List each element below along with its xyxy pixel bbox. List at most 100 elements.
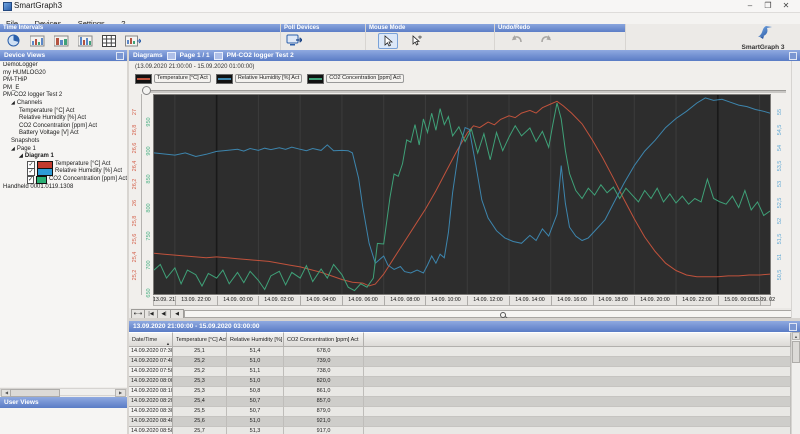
tree-item[interactable]: Battery Voltage [V] Act <box>0 130 127 138</box>
interval-month-chart-icon[interactable] <box>76 34 94 48</box>
tree-item[interactable]: Temperature [°C] Act <box>0 108 127 116</box>
user-views-header[interactable]: User Views <box>0 397 127 408</box>
channel-checkbox[interactable]: ✓ <box>27 176 34 184</box>
cell-value: 25,7 <box>173 427 227 434</box>
cursor-zoom-icon[interactable] <box>408 34 426 48</box>
scroll-right-icon[interactable]: ▶ <box>115 389 126 397</box>
tree-item[interactable]: Snapshots <box>0 138 127 146</box>
table-row[interactable]: 14.09.2020 08:00:0025,351,0820,0 <box>129 377 791 387</box>
legend-item[interactable]: Relative Humidity [%] Act <box>216 74 302 84</box>
tree-item[interactable]: ◢Channels <box>0 100 127 108</box>
time-slider-track[interactable] <box>146 90 786 93</box>
diagram-collapse-icon[interactable] <box>789 52 797 60</box>
tree-item[interactable]: ✓Temperature [°C] Act <box>0 161 127 169</box>
series-co2 <box>154 103 770 291</box>
tree-item-label: Temperature [°C] Act <box>19 108 74 116</box>
tree-expander-icon[interactable]: ◢ <box>11 146 15 154</box>
cell-value: 50,8 <box>227 387 284 397</box>
diagrams-label[interactable]: Diagrams <box>133 50 163 61</box>
table-row[interactable]: 14.09.2020 07:40:0025,251,0739,0 <box>129 357 791 367</box>
table-row[interactable]: 14.09.2020 08:50:0025,751,3917,0 <box>129 427 791 434</box>
rh-tick-label: 51 <box>777 254 783 260</box>
column-header-0[interactable]: Date/Time▲ <box>129 332 173 347</box>
tree-item[interactable]: PM-CO2 logger Test 2 <box>0 92 127 100</box>
close-button[interactable]: ✕ <box>778 0 794 11</box>
table-row[interactable]: 14.09.2020 07:30:0025,151,4678,0 <box>129 347 791 357</box>
cell-value: 25,3 <box>173 387 227 397</box>
poll-devices-icon[interactable] <box>285 34 303 48</box>
chart-scroll-groove[interactable] <box>184 310 800 318</box>
table-row[interactable]: 14.09.2020 08:30:0025,550,7879,0 <box>129 407 791 417</box>
tree-item[interactable]: CO2 Concentration [ppm] Act <box>0 123 127 131</box>
vscroll-thumb[interactable] <box>792 341 800 363</box>
tree-item[interactable]: Handheld 0001.0119.1308 <box>0 184 127 192</box>
group-time-intervals: Time Intervals <box>0 24 281 50</box>
time-axis-tick <box>258 296 259 306</box>
time-axis-tick <box>425 296 426 306</box>
tree-item[interactable]: PM_E <box>0 85 127 93</box>
interval-grid-icon[interactable] <box>100 34 118 48</box>
diagram-device-label[interactable]: PM-CO2 logger Test 2 <box>227 50 294 61</box>
cell-datetime: 14.09.2020 07:50:00 <box>129 367 173 377</box>
interval-pie-icon[interactable] <box>4 34 22 48</box>
cell-value: 739,0 <box>284 357 364 367</box>
tree-item[interactable]: my HUMLOG20 <box>0 70 127 78</box>
column-header-2[interactable]: Relative Humidity [%] Act <box>227 332 284 347</box>
column-header-1[interactable]: Temperature [°C] Act <box>173 332 227 347</box>
tree-expander-icon[interactable]: ◢ <box>11 100 15 108</box>
hscroll-thumb[interactable] <box>10 389 60 397</box>
page-indicator[interactable]: Page 1 / 1 <box>180 50 210 61</box>
cursor-select-icon[interactable] <box>378 33 398 49</box>
co2-tick-label: 700 <box>146 260 152 269</box>
interval-week-chart-icon[interactable] <box>52 34 70 48</box>
table-vscrollbar[interactable]: ▲ <box>791 332 800 434</box>
time-axis-label: 14.09. 00:00 <box>223 297 252 303</box>
table-row[interactable]: 14.09.2020 07:50:0025,251,1738,0 <box>129 367 791 377</box>
table-row[interactable]: 14.09.2020 08:10:0025,350,8861,0 <box>129 387 791 397</box>
legend-item[interactable]: Temperature [°C] Act <box>135 74 211 84</box>
time-axis-label: 14.09. 08:00 <box>390 297 419 303</box>
tree-item[interactable]: PM-THiP <box>0 77 127 85</box>
time-axis-label: 14.09. 12:00 <box>473 297 502 303</box>
tree-item-label: PM_E <box>3 85 19 93</box>
tree-item[interactable]: ◢Page 1 <box>0 146 127 154</box>
tree-expander-icon[interactable]: ◢ <box>19 153 23 161</box>
diagram-panel-header: Diagrams Page 1 / 1 PM-CO2 logger Test 2 <box>129 50 800 61</box>
time-axis-tick <box>342 296 343 306</box>
tree-item[interactable]: Relative Humidity [%] Act <box>0 115 127 123</box>
maximize-button[interactable]: ❐ <box>760 0 776 11</box>
table-collapse-icon[interactable] <box>789 323 797 331</box>
chart-plot[interactable] <box>153 94 771 295</box>
group-time-intervals-label: Time Intervals <box>0 24 280 32</box>
table-row[interactable]: 14.09.2020 08:40:0025,651,0921,0 <box>129 417 791 427</box>
interval-day-chart-icon[interactable] <box>28 34 46 48</box>
cell-filler <box>364 377 791 387</box>
tree-item[interactable]: ✓Relative Humidity [%] Act <box>0 168 127 176</box>
tree-item[interactable]: ◢Diagram 1 <box>0 153 127 161</box>
tree-item[interactable]: DemoLogger <box>0 62 127 70</box>
tree-item[interactable]: ✓CO2 Concentration [ppm] Act <box>0 176 127 184</box>
scroll-up-icon[interactable]: ▲ <box>792 332 800 340</box>
redo-icon[interactable] <box>537 34 555 48</box>
time-axis-label: 14.09. 04:00 <box>306 297 335 303</box>
time-axis-label: 14.09. 20:00 <box>640 297 669 303</box>
time-axis-label: 15.09. 00:00 <box>724 297 753 303</box>
time-axis-label: 14.09. 02:00 <box>264 297 293 303</box>
device-tree-hscrollbar[interactable]: ◀ ▶ <box>0 388 127 396</box>
undo-icon[interactable] <box>507 34 525 48</box>
cell-datetime: 14.09.2020 08:20:00 <box>129 397 173 407</box>
time-axis-label: 14.09. 22:00 <box>682 297 711 303</box>
minimize-button[interactable]: – <box>742 0 758 11</box>
diagram-vscrollbar[interactable] <box>791 61 800 318</box>
interval-custom-icon[interactable] <box>124 34 142 48</box>
user-views-title: User Views <box>0 397 127 408</box>
temp-tick-label: 26,4 <box>132 161 138 172</box>
column-header-3[interactable]: CO2 Concentration [ppm] Act <box>284 332 364 347</box>
data-table: Date/Time▲Temperature [°C] ActRelative H… <box>129 332 791 434</box>
device-views-collapse-icon[interactable] <box>116 52 124 60</box>
cell-value: 879,0 <box>284 407 364 417</box>
cell-value: 25,5 <box>173 407 227 417</box>
table-row[interactable]: 14.09.2020 08:20:0025,450,7857,0 <box>129 397 791 407</box>
series-rh <box>154 98 770 273</box>
legend-item[interactable]: CO2 Concentration [ppm] Act <box>307 74 404 84</box>
